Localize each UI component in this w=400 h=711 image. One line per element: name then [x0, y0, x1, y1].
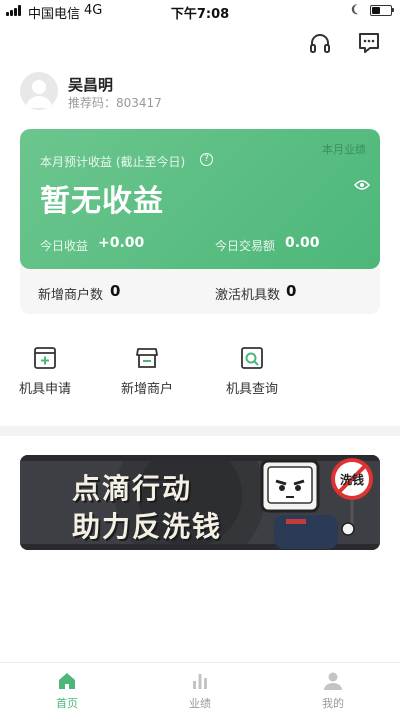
anti-money-laundering-banner[interactable]: 点滴行动 助力反洗钱 洗钱	[20, 455, 380, 550]
eye-icon[interactable]	[354, 176, 370, 195]
tab-performance[interactable]: 业绩	[160, 671, 240, 711]
bar-chart-icon	[193, 674, 207, 689]
bottom-tab-bar: 首页 业绩 我的	[0, 662, 400, 711]
tab-home-label: 首页	[56, 697, 78, 710]
headset-icon[interactable]	[307, 30, 333, 56]
robot-mascot-icon: 洗钱	[260, 458, 373, 549]
today-transaction-label: 今日交易额	[215, 239, 276, 253]
tab-mine-label: 我的	[322, 697, 344, 710]
activated-devices-label: 激活机具数	[215, 288, 281, 303]
section-divider	[0, 426, 400, 436]
device-apply-label: 机具申请	[18, 382, 71, 397]
device-apply-button[interactable]: 机具申请	[5, 345, 85, 405]
tab-mine[interactable]: 我的	[293, 671, 373, 711]
help-icon[interactable]: ?	[200, 153, 213, 166]
today-income-value: +0.00	[98, 235, 145, 251]
add-merchant-button[interactable]: 新增商户	[107, 345, 187, 405]
home-icon	[59, 673, 75, 689]
device-apply-icon	[34, 347, 56, 369]
device-query-button[interactable]: 机具查询	[212, 345, 292, 405]
monthly-performance-link[interactable]: 本月业绩	[322, 141, 366, 157]
store-icon	[136, 348, 158, 368]
status-bar: 中国电信 4G 下午7:08	[0, 0, 400, 22]
add-merchant-label: 新增商户	[120, 382, 173, 397]
tab-home[interactable]: 首页	[27, 671, 107, 711]
message-icon[interactable]	[356, 30, 382, 56]
new-merchants-value: 0	[110, 282, 121, 300]
new-merchants-label: 新增商户数	[38, 288, 104, 303]
battery-cap	[392, 8, 394, 12]
earnings-card: 本月业绩 本月预计收益 (截止至今日) ? 暂无收益 今日收益 +0.00 今日…	[20, 129, 380, 314]
estimated-earnings-label: 本月预计收益 (截止至今日)	[40, 155, 186, 169]
battery-icon	[370, 5, 392, 16]
avatar[interactable]	[20, 72, 58, 110]
device-search-icon	[241, 347, 263, 369]
banner-sign-text: 洗钱	[340, 472, 364, 487]
tab-performance-label: 业绩	[189, 697, 211, 710]
device-query-label: 机具查询	[225, 382, 278, 397]
user-icon	[324, 672, 342, 690]
referral-code: 推荐码：803417	[68, 96, 162, 110]
activated-devices-value: 0	[286, 282, 297, 300]
status-time: 下午7:08	[170, 7, 230, 22]
earnings-card-header: 本月业绩 本月预计收益 (截止至今日) ? 暂无收益 今日收益 +0.00 今日…	[20, 129, 380, 269]
user-name: 吴昌明	[68, 76, 114, 94]
banner-title-line2: 助力反洗钱	[72, 510, 223, 543]
estimated-earnings-value: 暂无收益	[40, 184, 164, 219]
today-income-label: 今日收益	[40, 239, 89, 253]
banner-title-line1: 点滴行动	[72, 472, 193, 505]
today-transaction-value: 0.00	[285, 235, 320, 251]
